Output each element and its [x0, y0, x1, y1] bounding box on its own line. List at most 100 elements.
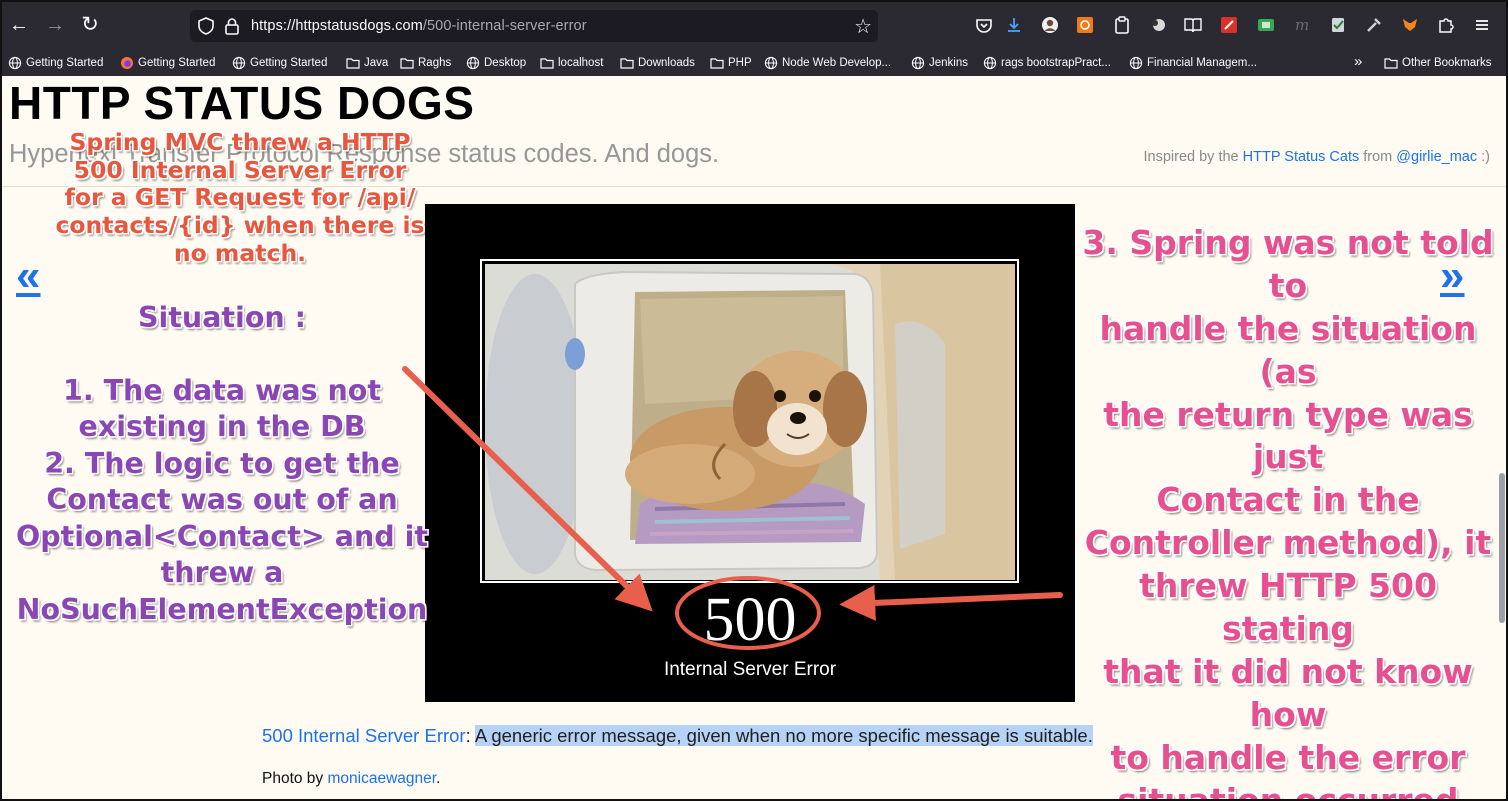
inspired-suffix: :)	[1481, 149, 1490, 165]
bookmark-item[interactable]: Desktop	[466, 54, 526, 72]
annotation-line: handle the situation (as	[1099, 308, 1477, 391]
bookmark-label: Financial Managem...	[1147, 57, 1257, 69]
status-code-link[interactable]: 500 Internal Server Error	[262, 725, 466, 746]
status-separator: :	[465, 725, 471, 746]
bookmark-item[interactable]: PHP	[710, 54, 752, 72]
folder-icon	[540, 56, 554, 70]
annotation-line: threw a	[160, 556, 284, 590]
inspired-mid: from	[1363, 149, 1393, 165]
bookmark-item[interactable]: Downloads	[620, 54, 695, 72]
bookmark-item[interactable]: Financial Managem...	[1129, 54, 1257, 72]
bookmark-label: rags bootstrapPract...	[1001, 57, 1111, 69]
bookmark-item[interactable]: Raghs	[400, 54, 451, 72]
metamask-fox-icon[interactable]	[1400, 15, 1420, 35]
extension-orange-icon[interactable]	[1075, 15, 1095, 35]
scrollbar-thumb[interactable]	[1499, 473, 1505, 623]
photo-credit: Photo by monicaewagner.	[262, 770, 440, 788]
bookmark-label: Jenkins	[929, 57, 968, 69]
bookmark-label: PHP	[728, 57, 752, 69]
globe-icon	[764, 56, 778, 70]
annotation-line: Spring MVC threw a HTTP	[69, 128, 411, 156]
bookmarks-bar: Getting Started Getting Started Getting St…	[0, 50, 1508, 76]
bookmark-item[interactable]: Java	[346, 54, 388, 72]
annotation-line: existing in the DB	[78, 410, 366, 444]
status-code-text: 500	[703, 586, 797, 654]
annotation-line: NoSuchElementException	[16, 592, 428, 626]
photo-by-prefix: Photo by	[262, 770, 324, 787]
extension-tool-icon[interactable]	[1364, 15, 1384, 35]
extensions-puzzle-icon[interactable]	[1436, 15, 1456, 35]
site-title: HTTP STATUS DOGS	[9, 77, 475, 129]
annotation-line: 500 Internal Server Error	[73, 155, 407, 184]
bookmark-item[interactable]: Jenkins	[911, 54, 968, 72]
annotation-line: Optional<Contact> and it	[16, 519, 428, 553]
inspired-credit: Inspired by the HTTP Status Cats from @g…	[1144, 149, 1491, 165]
bookmark-label: Getting Started	[138, 57, 216, 69]
inspired-prefix: Inspired by the	[1143, 149, 1239, 165]
globe-icon	[1129, 56, 1143, 70]
bookmark-item[interactable]: rags bootstrapPract...	[983, 54, 1111, 72]
annotation-line: to handle the error	[1110, 737, 1466, 777]
globe-icon	[983, 56, 997, 70]
extension-ball-icon[interactable]	[1148, 15, 1168, 35]
girlie-mac-link[interactable]: @girlie_mac	[1396, 149, 1477, 165]
photo-by-suffix: .	[436, 770, 441, 787]
bookmark-label: Getting Started	[250, 57, 328, 69]
status-caption-text: Internal Server Error	[663, 659, 837, 680]
annotation-line: no match.	[173, 238, 307, 267]
back-arrow-icon[interactable]: ←	[8, 14, 30, 36]
address-bar[interactable]: https://httpstatusdogs.com/500-internal-…	[190, 10, 878, 42]
lock-icon[interactable]	[222, 16, 242, 36]
globe-icon	[466, 56, 480, 70]
url-path: /500-internal-server-error	[422, 18, 587, 34]
globe-icon	[232, 56, 246, 70]
globe-icon	[8, 56, 22, 70]
bookmark-label: localhost	[558, 57, 604, 69]
reload-icon[interactable]: ↻	[79, 14, 101, 36]
forward-arrow-icon[interactable]: →	[44, 14, 66, 36]
bookmark-item[interactable]: Getting Started	[232, 54, 327, 72]
annotation-red-note: Spring MVC threw a HTTP 500 Internal Serv…	[40, 128, 440, 268]
status-dog-photo: 500 Internal Server Error	[425, 204, 1075, 702]
folder-icon	[710, 56, 724, 70]
bookmark-label: Desktop	[484, 57, 527, 69]
bookmark-label: Java	[364, 57, 389, 69]
folder-icon	[1384, 56, 1398, 70]
other-bookmarks[interactable]: Other Bookmarks	[1384, 54, 1491, 72]
url-text[interactable]: https://httpstatusdogs.com/500-internal-…	[251, 18, 587, 34]
extension-green-icon[interactable]	[1256, 15, 1276, 35]
extension-red-icon[interactable]	[1219, 15, 1239, 35]
annotation-line: situation occurred	[1117, 780, 1459, 801]
annotation-line: 2. The logic to get the	[44, 446, 400, 480]
shield-icon[interactable]	[196, 16, 216, 36]
other-bookmarks-label: Other Bookmarks	[1402, 57, 1492, 69]
extension-m-icon[interactable]: m	[1292, 15, 1312, 35]
previous-status-link[interactable]: «	[16, 254, 40, 298]
downloads-icon[interactable]	[1004, 15, 1024, 35]
photographer-link[interactable]: monicaewagner	[328, 770, 437, 787]
bookmark-item[interactable]: Getting Started	[8, 54, 103, 72]
annotation-line: threw HTTP 500 stating	[1139, 566, 1437, 649]
bookmarks-overflow-icon[interactable]: »	[1354, 53, 1362, 70]
browser-toolbar: ← → ↻ https://httpstatusdogs.com/500-int…	[0, 0, 1508, 50]
http-status-cats-link[interactable]: HTTP Status Cats	[1243, 149, 1360, 165]
bookmark-item[interactable]: Getting Started	[120, 54, 215, 72]
folder-icon	[620, 56, 634, 70]
clipboard-icon[interactable]	[1112, 15, 1132, 35]
annotation-line: Controller method), it	[1084, 523, 1492, 563]
status-description-line: 500 Internal Server Error: A generic err…	[262, 725, 1093, 747]
bookmark-item[interactable]: localhost	[540, 54, 603, 72]
annotation-purple-note: Situation : 1. The data was not existing …	[12, 300, 432, 628]
annotation-line: for a GET Request for /api/	[64, 183, 416, 212]
svg-text:m: m	[1295, 16, 1309, 34]
extension-doc-icon[interactable]	[1328, 15, 1348, 35]
bookmark-star-icon[interactable]: ☆	[854, 14, 872, 39]
bookmark-label: Node Web Develop...	[782, 57, 892, 69]
annotation-line: Contact was out of an	[46, 483, 398, 517]
app-menu-icon[interactable]	[1472, 15, 1492, 35]
profile-avatar-icon[interactable]	[1040, 15, 1060, 35]
annotation-line	[12, 336, 432, 372]
pocket-icon[interactable]	[974, 15, 994, 35]
reader-icon[interactable]	[1183, 15, 1203, 35]
bookmark-item[interactable]: Node Web Develop...	[764, 54, 891, 72]
